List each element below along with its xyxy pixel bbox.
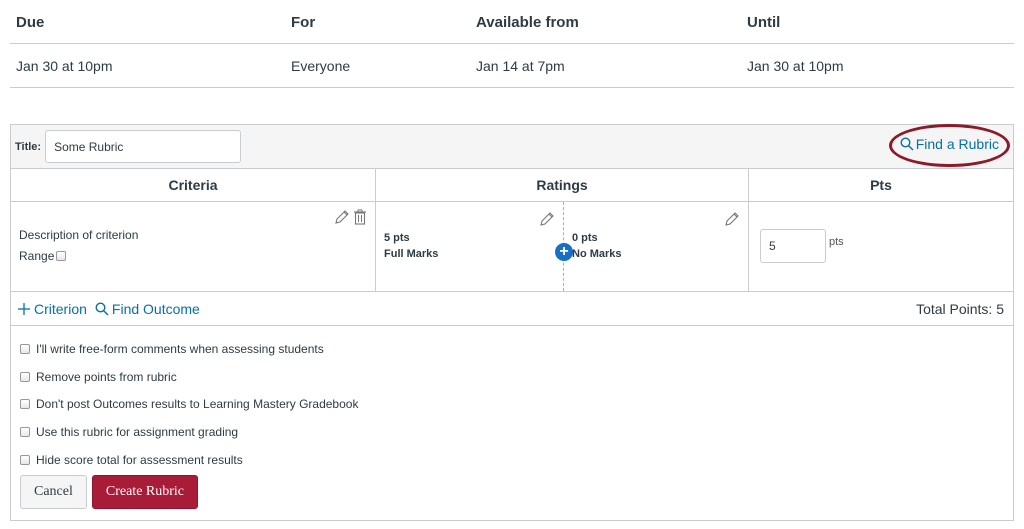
option-dont-post-outcomes[interactable]: Don't post Outcomes results to Learning … <box>20 390 1013 418</box>
due-dates-table: Due For Available from Until Jan 30 at 1… <box>10 0 1014 88</box>
pencil-icon[interactable] <box>724 211 740 230</box>
header-due: Due <box>16 14 45 31</box>
ratings-cell: 5 pts Full Marks + 0 pts No Marks <box>376 202 749 291</box>
rubric-title-input[interactable] <box>45 130 242 163</box>
create-rubric-button[interactable]: Create Rubric <box>91 475 199 510</box>
trash-icon[interactable] <box>353 209 367 228</box>
cancel-button[interactable]: Cancel <box>20 475 87 510</box>
rubric-editor: Title: Find a Rubric Criteria Ratings Pt… <box>10 124 1014 521</box>
plus-icon <box>17 302 31 316</box>
option-use-for-grading[interactable]: Use this rubric for assignment grading <box>20 418 1013 446</box>
pencil-icon[interactable] <box>539 211 555 230</box>
option-free-form-comments[interactable]: I'll write free-form comments when asses… <box>20 335 1013 363</box>
checkbox[interactable] <box>20 426 30 437</box>
rating-points: 0 pts <box>572 232 598 244</box>
criterion-description: Description of criterion <box>19 228 139 242</box>
option-label: I'll write free-form comments when asses… <box>36 341 324 356</box>
checkbox[interactable] <box>20 399 30 410</box>
pencil-icon[interactable] <box>334 209 350 228</box>
for-value: Everyone <box>291 57 351 74</box>
title-label: Title: <box>15 140 42 153</box>
option-hide-score-total[interactable]: Hide score total for assessment results <box>20 446 1013 474</box>
checkbox[interactable] <box>20 343 30 354</box>
rating-label: Full Marks <box>384 248 439 260</box>
rating-points: 5 pts <box>384 232 410 244</box>
due-value: Jan 30 at 10pm <box>16 57 113 74</box>
range-toggle: Range <box>19 249 375 263</box>
header-until: Until <box>747 14 781 31</box>
add-criterion-label: Criterion <box>34 300 87 317</box>
rating-no-marks[interactable]: 0 pts No Marks <box>564 202 748 291</box>
points-cell: pts <box>749 202 1013 291</box>
find-rubric-link[interactable]: Find a Rubric <box>889 124 1010 167</box>
option-label: Remove points from rubric <box>36 369 177 384</box>
rating-full-marks[interactable]: 5 pts Full Marks <box>376 202 564 291</box>
add-criterion-link[interactable]: Criterion <box>17 301 87 317</box>
rubric-table-header: Criteria Ratings Pts <box>11 169 1013 202</box>
points-unit: pts <box>829 236 844 248</box>
range-checkbox[interactable] <box>56 251 67 261</box>
total-points: Total Points: 5 <box>916 300 1004 317</box>
rating-label: No Marks <box>572 248 622 260</box>
highlight-ellipse <box>889 124 1010 167</box>
column-ratings: Ratings <box>376 169 749 201</box>
option-label: Don't post Outcomes results to Learning … <box>36 397 359 412</box>
criterion-row: Description of criterion Range 5 pts Ful… <box>11 202 1013 292</box>
column-pts: Pts <box>870 177 892 193</box>
due-dates-header: Due For Available from Until <box>10 0 1014 44</box>
form-buttons: Cancel Create Rubric <box>20 475 1013 510</box>
until-value: Jan 30 at 10pm <box>747 57 844 74</box>
option-label: Hide score total for assessment results <box>36 452 243 467</box>
find-outcome-link[interactable]: Find Outcome <box>95 301 200 317</box>
search-icon <box>95 301 109 316</box>
header-available-from: Available from <box>476 14 579 31</box>
rubric-title-bar: Title: Find a Rubric <box>11 124 1013 169</box>
header-for: For <box>291 14 316 31</box>
column-criteria: Criteria <box>11 169 376 201</box>
rubric-footer: Criterion Find Outcome Total Points: 5 <box>11 292 1013 326</box>
points-input[interactable] <box>760 229 826 263</box>
checkbox[interactable] <box>20 454 30 465</box>
available-from-value: Jan 14 at 7pm <box>476 57 565 74</box>
due-dates-row: Jan 30 at 10pm Everyone Jan 14 at 7pm Ja… <box>10 44 1014 88</box>
criterion-tools <box>334 209 367 228</box>
option-remove-points[interactable]: Remove points from rubric <box>20 363 1013 391</box>
find-outcome-label: Find Outcome <box>111 300 200 317</box>
range-label: Range <box>19 249 55 263</box>
checkbox[interactable] <box>20 371 30 382</box>
criterion-cell: Description of criterion Range <box>11 202 376 291</box>
rubric-options: I'll write free-form comments when asses… <box>11 326 1013 510</box>
option-label: Use this rubric for assignment grading <box>36 424 239 439</box>
